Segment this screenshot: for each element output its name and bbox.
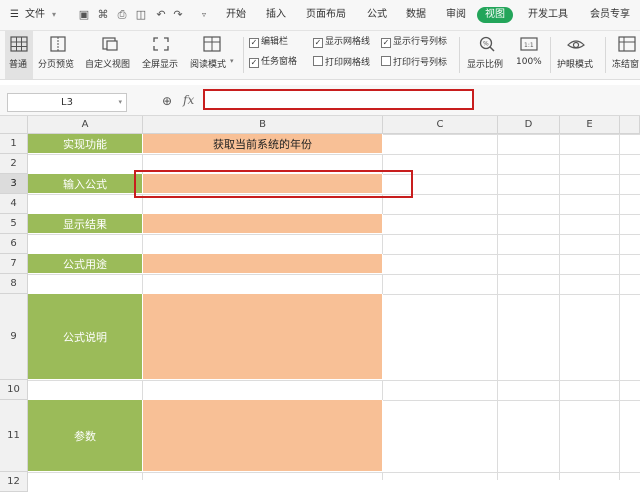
redo-icon[interactable]: ↷ [171,8,185,22]
page-break-preview-button[interactable]: 分页预览 [38,31,78,79]
custom-view-icon [102,37,118,51]
zoom-icon: % [479,36,495,52]
name-box[interactable]: L3 ▾ [7,93,127,112]
zoom-100-label: 100% [516,57,542,67]
print-preview-icon[interactable]: ◫ [134,8,148,22]
normal-view-label: 普通 [9,60,28,70]
reading-mode-dropdown-icon[interactable]: ▾ [230,57,234,65]
show-gridlines-checkbox[interactable]: ✓ 显示网格线 [313,36,370,48]
eye-protection-button[interactable]: 护眼模式 [555,31,599,79]
tab-home[interactable]: 开始 [226,8,246,22]
freeze-panes-button[interactable]: 冻结窗 [610,31,640,79]
page-break-icon [50,36,66,52]
formula-cell-highlight [134,170,413,198]
tab-developer[interactable]: 开发工具 [528,8,568,22]
zoom-100-button[interactable]: 1:1 100% [514,31,544,79]
hamburger-icon[interactable]: ☰ [10,8,19,22]
formula-bar-checkbox[interactable]: ✓ 编辑栏 [249,36,288,48]
cell-b9[interactable] [143,294,383,380]
chevron-down-icon[interactable]: ▾ [118,94,122,111]
tab-view[interactable]: 视图 [477,7,513,23]
zoom-ratio-label: 显示比例 [467,60,504,70]
formula-input[interactable] [203,89,474,110]
tab-data[interactable]: 数据 [406,8,426,22]
check-icon: ✓ [249,38,259,48]
toolbar-divider [243,37,244,73]
normal-view-icon [10,36,28,52]
check-icon: ✓ [381,38,391,48]
reading-mode-icon [203,36,221,52]
tab-page-layout[interactable]: 页面布局 [306,8,346,22]
zoom-100-icon: 1:1 [520,37,538,51]
cell-a9[interactable]: 公式说明 [28,294,143,380]
cell-b5[interactable] [143,214,383,234]
eye-protection-label: 护眼模式 [557,60,594,70]
zoom-ratio-button[interactable]: % 显示比例 [465,31,509,79]
cell-b11[interactable] [143,400,383,472]
page-break-label: 分页预览 [38,60,75,70]
custom-view-button[interactable]: 自定义视图 [85,31,135,79]
cell-a11[interactable]: 参数 [28,400,143,472]
toolbar-divider [605,37,606,73]
view-ribbon: 普通 分页预览 自定义视图 全屏显示 阅读模式 ▾ ✓ 编辑栏 ✓ 显示网格线 ✓ 显… [0,31,640,80]
tab-review[interactable]: 审阅 [446,8,466,22]
freeze-panes-icon [618,36,636,52]
print-headings-checkbox[interactable]: 打印行号列标 [381,56,447,69]
format-painter-icon[interactable]: ⌘ [96,8,110,22]
normal-view-button[interactable]: 普通 [5,31,33,79]
full-screen-label: 全屏显示 [142,60,179,70]
cell-a3[interactable]: 输入公式 [28,174,143,194]
toolbar-divider [459,37,460,73]
search-icon[interactable]: ⊕ [162,94,172,108]
cell-b1[interactable]: 获取当前系统的年份 [143,134,383,154]
check-icon: ✓ [313,38,323,48]
tab-insert[interactable]: 插入 [266,8,286,22]
cell-a5[interactable]: 显示结果 [28,214,143,234]
reading-mode-button[interactable]: 阅读模式 ▾ [190,31,238,79]
reading-mode-label: 阅读模式 [190,60,227,70]
chevron-down-icon[interactable]: ▾ [52,8,56,22]
customize-icon[interactable]: ▿ [197,8,211,22]
full-screen-icon [153,37,169,51]
check-icon: ✓ [249,58,259,68]
toolbar-divider [550,37,551,73]
freeze-panes-label: 冻结窗 [612,60,640,70]
print-gridlines-checkbox[interactable]: 打印网格线 [313,56,370,69]
tab-formulas[interactable]: 公式 [367,8,387,22]
svg-text:1:1: 1:1 [524,42,534,49]
task-pane-checkbox[interactable]: ✓ 任务窗格 [249,56,297,68]
full-screen-button[interactable]: 全屏显示 [142,31,182,79]
cell-a1[interactable]: 实现功能 [28,134,143,154]
cell-b7[interactable] [143,254,383,274]
file-menu[interactable]: 文件 [25,8,45,22]
cell-a7[interactable]: 公式用途 [28,254,143,274]
show-headings-checkbox[interactable]: ✓ 显示行号列标 [381,36,447,48]
save-icon[interactable]: ▣ [77,8,91,22]
menu-bar: ☰ 文件 ▾ ▣ ⌘ ⎙ ◫ ↶ ↷ ▿ 开始 插入 页面布局 公式 数据 审阅… [0,0,640,31]
undo-icon[interactable]: ↶ [154,8,168,22]
fx-icon[interactable]: fx [183,93,194,107]
tab-membership[interactable]: 会员专享 [590,8,630,22]
svg-text:%: % [483,41,489,48]
name-box-value: L3 [61,97,73,108]
eye-icon [567,40,585,49]
custom-view-label: 自定义视图 [85,60,131,70]
print-icon[interactable]: ⎙ [115,8,129,22]
